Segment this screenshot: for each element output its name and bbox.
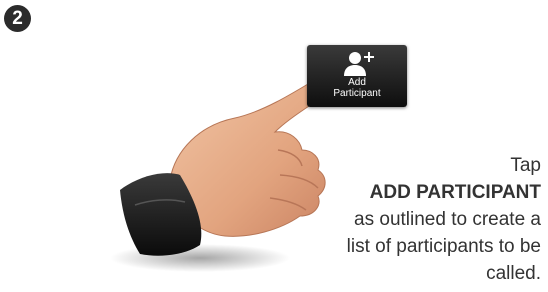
add-participant-label: Add Participant xyxy=(333,77,381,99)
instruction-line-5: called. xyxy=(486,263,541,284)
add-person-icon xyxy=(344,52,374,76)
instruction-line-tap: Tap xyxy=(510,155,541,176)
instruction-text: Tap ADD PARTICIPANT as outlined to creat… xyxy=(301,152,541,287)
add-participant-button[interactable]: Add Participant xyxy=(307,45,407,107)
instruction-line-4: list of participants to be xyxy=(346,236,541,257)
instruction-emphasis: ADD PARTICIPANT xyxy=(369,182,541,203)
instruction-line-3: as outlined to create a xyxy=(354,209,541,230)
